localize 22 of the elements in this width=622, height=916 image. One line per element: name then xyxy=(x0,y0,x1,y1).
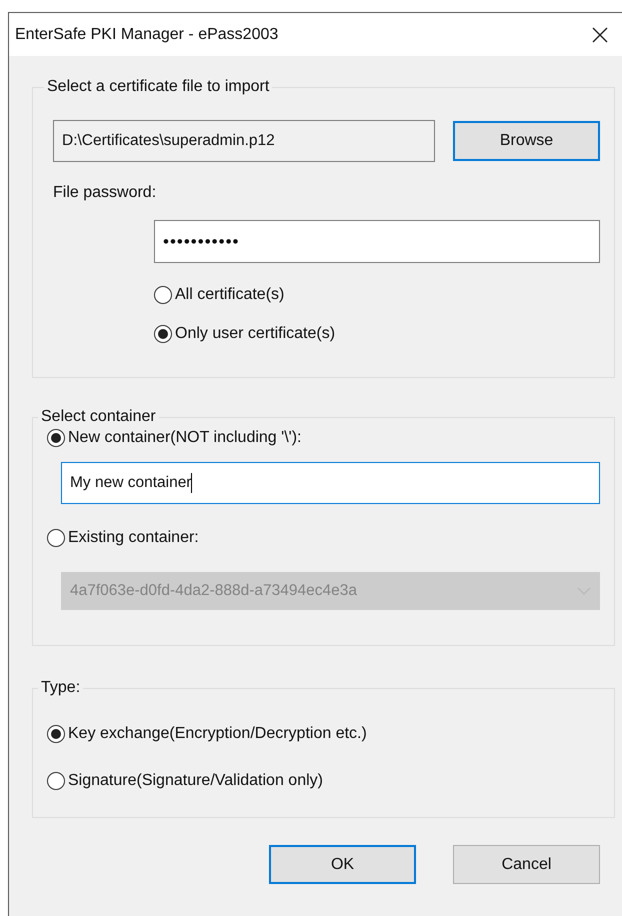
window-title: EnterSafe PKI Manager - ePass2003 xyxy=(15,26,278,44)
radio-label[interactable]: All certificate(s) xyxy=(175,286,284,304)
file-path-field[interactable]: D:\Certificates\superadmin.p12 xyxy=(53,120,435,162)
password-field[interactable]: ••••••••••• xyxy=(154,220,600,263)
radio-label[interactable]: Signature(Signature/Validation only) xyxy=(68,772,323,790)
radio-button[interactable] xyxy=(47,772,65,790)
radio-label[interactable]: Only user certificate(s) xyxy=(175,325,336,343)
radio-label[interactable]: New container(NOT including '\'): xyxy=(68,429,302,447)
radio-button[interactable] xyxy=(154,325,172,343)
radio-button[interactable] xyxy=(47,725,65,743)
radio-button[interactable] xyxy=(47,429,65,447)
browse-button[interactable]: Browse xyxy=(453,121,600,161)
radio-label[interactable]: Key exchange(Encryption/Decryption etc.) xyxy=(68,725,367,743)
ok-button[interactable]: OK xyxy=(269,845,416,884)
radio-button[interactable] xyxy=(154,286,172,304)
password-label: File password: xyxy=(53,184,158,202)
container-name-field[interactable]: My new container xyxy=(61,462,600,504)
group-title: Select container xyxy=(40,408,157,426)
close-icon xyxy=(591,26,609,44)
cancel-button[interactable]: Cancel xyxy=(453,845,600,884)
group-title: Select a certificate file to import xyxy=(46,78,270,96)
group-title: Type: xyxy=(40,679,82,697)
